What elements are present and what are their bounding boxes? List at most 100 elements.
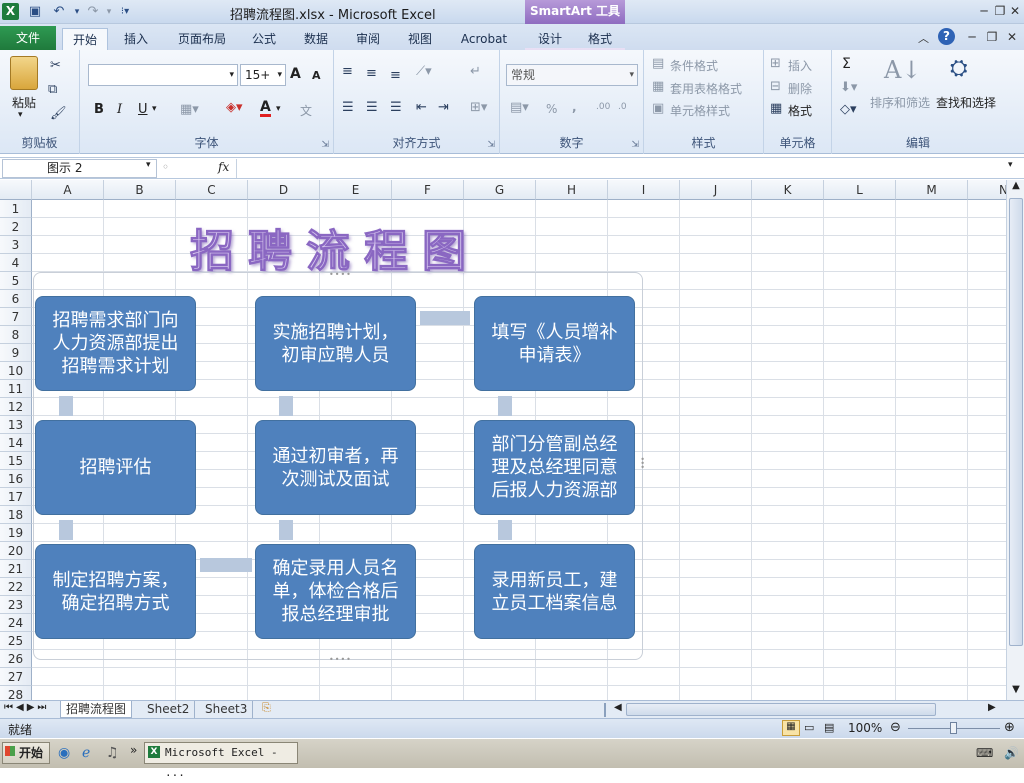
save-icon[interactable]: ▣: [26, 3, 44, 21]
align-center-icon[interactable]: ☰: [366, 100, 378, 115]
row-header-27[interactable]: 27: [0, 668, 32, 686]
horizontal-scroll-thumb[interactable]: [626, 703, 936, 716]
increase-decimal-button[interactable]: .00: [596, 102, 610, 112]
scroll-left-icon[interactable]: ◀: [614, 702, 622, 713]
taskbar-excel-window[interactable]: Microsoft Excel - ...: [144, 742, 298, 779]
excel-app-icon[interactable]: X: [2, 3, 19, 20]
smartart-step-9[interactable]: 录用新员工，建 立员工档案信息: [474, 544, 635, 639]
font-size-dropdown-icon[interactable]: ▾: [277, 65, 282, 85]
smartart-step-2[interactable]: 实施招聘计划， 初审应聘人员: [255, 296, 416, 391]
row-header-10[interactable]: 10: [0, 362, 32, 380]
tab-insert[interactable]: 插入: [116, 28, 156, 50]
vertical-scroll-thumb[interactable]: [1009, 198, 1023, 646]
zoom-in-icon[interactable]: ⊕: [1004, 720, 1015, 735]
currency-icon[interactable]: ▤▾: [510, 100, 529, 115]
row-header-25[interactable]: 25: [0, 632, 32, 650]
name-box-dropdown-icon[interactable]: ▾: [146, 160, 151, 170]
autosum-button[interactable]: Σ: [842, 56, 851, 72]
zoom-slider-thumb[interactable]: [950, 722, 957, 734]
phonetic-button[interactable]: 文: [300, 102, 312, 119]
row-header-6[interactable]: 6: [0, 290, 32, 308]
row-header-2[interactable]: 2: [0, 218, 32, 236]
help-icon[interactable]: ?: [938, 28, 955, 45]
scroll-right-icon[interactable]: ▶: [988, 702, 996, 713]
row-header-19[interactable]: 19: [0, 524, 32, 542]
decrease-indent-icon[interactable]: ⇤: [416, 100, 427, 115]
row-header-4[interactable]: 4: [0, 254, 32, 272]
align-middle-icon[interactable]: ≡: [366, 66, 377, 81]
sort-filter-button[interactable]: 排序和筛选: [870, 94, 930, 111]
quicklaunch-more[interactable]: »: [130, 743, 137, 757]
delete-cells-button[interactable]: 删除: [788, 80, 812, 97]
smartart-step-7[interactable]: 制定招聘方案， 确定招聘方式: [35, 544, 196, 639]
conditional-format-button[interactable]: 条件格式: [670, 57, 718, 74]
quicklaunch-ie-icon[interactable]: ◉: [58, 745, 70, 761]
speaker-tray-icon[interactable]: 🔊: [1004, 746, 1019, 760]
column-header-N[interactable]: N: [968, 180, 1006, 200]
font-color-dropdown-icon[interactable]: ▾: [276, 104, 281, 114]
row-header-3[interactable]: 3: [0, 236, 32, 254]
fill-color-icon[interactable]: ◈▾: [226, 100, 243, 115]
insert-cells-icon[interactable]: ⊞: [770, 56, 781, 71]
format-cells-button[interactable]: 格式: [788, 102, 812, 119]
tab-acrobat[interactable]: Acrobat: [454, 28, 514, 50]
column-header-G[interactable]: G: [464, 180, 536, 200]
row-header-13[interactable]: 13: [0, 416, 32, 434]
row-header-24[interactable]: 24: [0, 614, 32, 632]
column-header-A[interactable]: A: [32, 180, 104, 200]
cell-styles-icon[interactable]: ▣: [652, 101, 664, 116]
collapse-ribbon-icon[interactable]: ︿: [918, 30, 929, 46]
smartart-step-5[interactable]: 通过初审者，再 次测试及面试: [255, 420, 416, 515]
normal-view-icon[interactable]: ▦: [782, 720, 800, 736]
zoom-out-icon[interactable]: ⊖: [890, 720, 901, 735]
column-header-F[interactable]: F: [392, 180, 464, 200]
insert-cells-button[interactable]: 插入: [788, 57, 812, 74]
orientation-icon[interactable]: ⟋▾: [416, 64, 432, 79]
cut-icon[interactable]: ✂: [50, 58, 61, 73]
column-header-D[interactable]: D: [248, 180, 320, 200]
scroll-up-icon[interactable]: ▲: [1008, 180, 1024, 196]
close-workbook-icon[interactable]: ✕: [1000, 27, 1024, 47]
frame-top-handle[interactable]: ••••: [329, 270, 352, 279]
clear-icon[interactable]: ◇▾: [840, 102, 857, 117]
quicklaunch-browser-icon[interactable]: ℯ: [82, 745, 90, 761]
smartart-step-8[interactable]: 确定录用人员名 单，体检合格后 报总经理审批: [255, 544, 416, 639]
decrease-decimal-icon[interactable]: .0: [618, 102, 627, 112]
font-name-dropdown-icon[interactable]: ▾: [229, 65, 234, 85]
wrap-text-icon[interactable]: ↵: [470, 64, 481, 79]
align-top-icon[interactable]: ≡: [342, 64, 353, 79]
sheet-tab-active[interactable]: 招聘流程图: [60, 701, 133, 718]
tab-data[interactable]: 数据: [296, 28, 336, 50]
paste-button[interactable]: 粘贴: [12, 94, 36, 111]
row-header-7[interactable]: 7: [0, 308, 32, 326]
format-painter-icon[interactable]: 🖌: [50, 106, 67, 121]
number-format-dropdown-icon[interactable]: ▾: [629, 65, 634, 85]
number-format-combo[interactable]: 常规 ▾: [506, 64, 638, 86]
underline-button[interactable]: U: [138, 102, 148, 117]
sheet-nav-icons[interactable]: ⏮◀▶⏭: [4, 702, 49, 713]
name-box[interactable]: 图示 2: [2, 159, 157, 178]
frame-bottom-handle[interactable]: ••••: [329, 655, 352, 664]
column-header-K[interactable]: K: [752, 180, 824, 200]
insert-function-button[interactable]: fx: [218, 160, 229, 174]
font-color-button[interactable]: A: [260, 100, 271, 117]
paste-dropdown-icon[interactable]: ▾: [18, 110, 23, 120]
smartart-step-6[interactable]: 部门分管副总经 理及总经理同意 后报人力资源部: [474, 420, 635, 515]
sheet-tab-3[interactable]: Sheet3: [200, 701, 254, 718]
smartart-step-4[interactable]: 招聘评估: [35, 420, 196, 515]
row-header-23[interactable]: 23: [0, 596, 32, 614]
copy-icon[interactable]: ⧉: [48, 82, 57, 97]
find-select-button[interactable]: 查找和选择: [936, 94, 996, 111]
column-header-C[interactable]: C: [176, 180, 248, 200]
increase-indent-icon[interactable]: ⇥: [438, 100, 449, 115]
column-header-J[interactable]: J: [680, 180, 752, 200]
comma-button[interactable]: ,: [572, 100, 577, 114]
sort-filter-icon[interactable]: A↓: [884, 56, 921, 84]
tab-split-handle[interactable]: [604, 703, 610, 717]
close-window-icon[interactable]: ✕: [1003, 1, 1024, 21]
format-cells-icon[interactable]: ▦: [770, 101, 782, 116]
row-header-21[interactable]: 21: [0, 560, 32, 578]
font-size-combo[interactable]: 15+ ▾: [240, 64, 286, 86]
page-layout-view-icon[interactable]: ▭: [804, 721, 814, 734]
column-header-B[interactable]: B: [104, 180, 176, 200]
